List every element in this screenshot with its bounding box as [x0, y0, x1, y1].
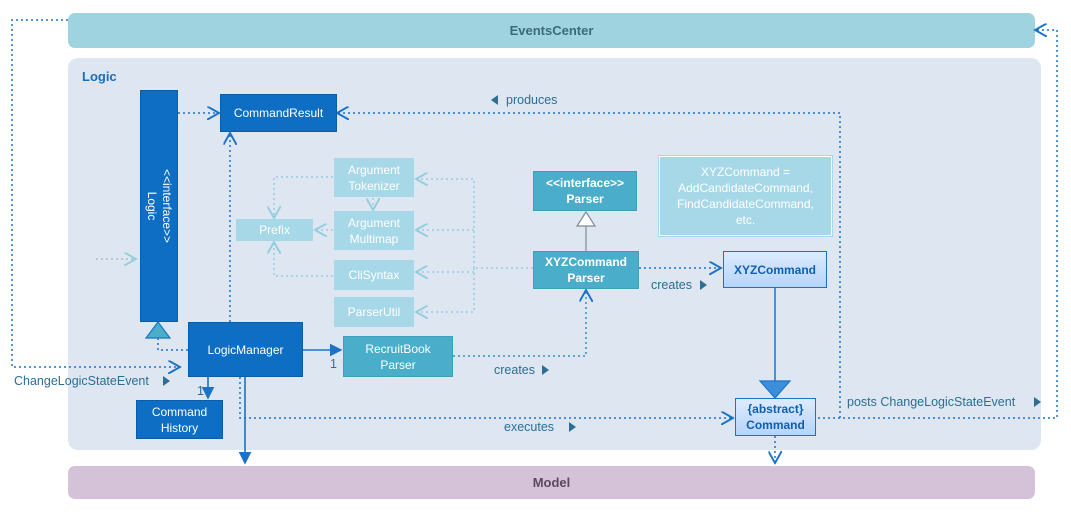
realization-triangle — [144, 321, 172, 339]
parser-to-parserutil-wire — [416, 268, 475, 312]
creates-xyz-direction-icon — [700, 280, 707, 290]
cli-syntax-box: CliSyntax — [334, 260, 414, 290]
argument-multimap-line2: Multimap — [349, 231, 399, 246]
logic-interface-stereotype: <<interface>> — [160, 168, 174, 244]
inheritance-triangle — [758, 380, 792, 399]
change-event-direction-icon — [163, 376, 170, 386]
command-history-line1: Command — [151, 404, 208, 419]
xyz-command-parser-line1: XYZCommand — [544, 255, 627, 269]
recruitbook-parser-line2: Parser — [380, 357, 416, 372]
posts-event-label: posts ChangeLogicStateEvent — [847, 395, 1016, 409]
note-line-1: XYZCommand = — [700, 165, 791, 179]
creates-parser-direction-icon — [542, 365, 549, 375]
command-history-box: Command History — [136, 400, 223, 439]
xyz-command-box: XYZCommand — [723, 251, 827, 288]
argument-tokenizer-line2: Tokenizer — [348, 178, 400, 193]
parser-util-label: ParserUtil — [347, 305, 401, 319]
history-multiplicity: 1 — [197, 384, 204, 398]
note-line-3: FindCandidateCommand, — [677, 197, 814, 211]
recruitbook-parser-box: RecruitBook Parser — [343, 336, 453, 377]
note-line-2: AddCandidateCommand, — [678, 181, 813, 195]
argument-tokenizer-box: Argument Tokenizer — [334, 158, 414, 197]
recruitbook-parser-line1: RecruitBook — [365, 341, 431, 356]
realization-wire — [157, 338, 188, 351]
logic-interface-name: Logic — [145, 191, 159, 221]
tokenizer-to-prefix-wire — [274, 176, 333, 218]
parser-util-box: ParserUtil — [334, 297, 414, 327]
xyz-command-parser-line2: Parser — [567, 271, 605, 285]
parser-interface-name: Parser — [566, 192, 604, 206]
command-result-box: CommandResult — [220, 94, 337, 132]
event-wire-right — [818, 30, 1058, 419]
creates-parser-label: creates — [494, 363, 535, 377]
argument-multimap-box: Argument Multimap — [334, 211, 414, 250]
abstract-command-stereotype: {abstract} — [747, 402, 804, 416]
produces-label: produces — [506, 93, 558, 107]
clisyntax-to-prefix-wire — [274, 242, 333, 277]
executes-direction-icon — [569, 422, 576, 432]
command-result-label: CommandResult — [233, 106, 324, 120]
prefix-box: Prefix — [236, 219, 313, 241]
cli-syntax-label: CliSyntax — [348, 268, 400, 282]
argument-tokenizer-line1: Argument — [347, 162, 401, 177]
parser-interface-box: <<interface>> Parser — [533, 171, 637, 211]
executes-wire — [239, 377, 733, 418]
logic-manager-box: LogicManager — [188, 322, 303, 377]
parser-to-tokenizer-wire — [416, 179, 475, 268]
xyz-command-label: XYZCommand — [733, 262, 816, 277]
logic-interface: <<interface>> Logic — [140, 90, 178, 322]
change-logic-state-event-label: ChangeLogicStateEvent — [14, 374, 149, 388]
abstract-command-name: Command — [746, 418, 805, 432]
xyz-command-note: XYZCommand = AddCandidateCommand, FindCa… — [659, 156, 832, 236]
creates-parser-wire — [453, 290, 586, 357]
posts-direction-icon — [1034, 397, 1041, 407]
produces-direction-icon — [491, 95, 498, 105]
prefix-label: Prefix — [259, 223, 290, 237]
abstract-command-box: {abstract} Command — [735, 398, 816, 436]
note-line-4: etc. — [735, 213, 756, 227]
parser-interface-stereotype: <<interface>> — [545, 176, 625, 190]
command-history-line2: History — [160, 420, 199, 435]
argument-multimap-line1: Argument — [347, 215, 401, 230]
xyz-command-parser-box: XYZCommand Parser — [533, 251, 639, 289]
executes-label: executes — [504, 420, 555, 434]
logic-manager-label: LogicManager — [207, 342, 284, 357]
creates-xyz-label: creates — [651, 278, 692, 292]
parser-realization-triangle — [575, 210, 597, 227]
parser-multiplicity: 1 — [330, 357, 337, 371]
